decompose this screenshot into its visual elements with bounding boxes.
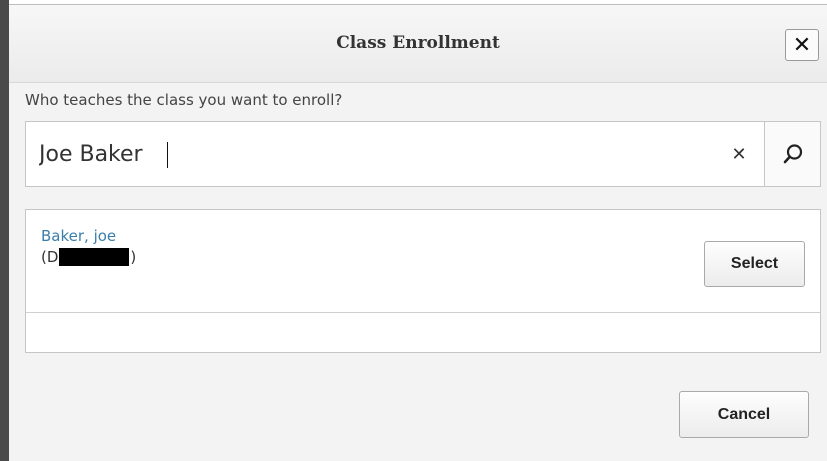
search-prompt-label: Who teaches the class you want to enroll… (25, 91, 343, 109)
result-row: Baker, joe (D ) Select (26, 210, 820, 313)
cancel-button[interactable]: Cancel (679, 391, 809, 438)
search-results-list: Baker, joe (D ) Select (25, 209, 821, 353)
dialog-title: Class Enrollment (336, 33, 500, 53)
teacher-id: (D ) (41, 248, 136, 266)
teacher-search-input[interactable] (26, 122, 762, 186)
teacher-id-suffix: ) (130, 248, 137, 266)
search-button[interactable] (764, 122, 820, 186)
text-caret (167, 142, 168, 168)
dialog-titlebar: Class Enrollment ✕ (9, 5, 827, 83)
teacher-name-link[interactable]: Baker, joe (41, 227, 116, 245)
select-button[interactable]: Select (704, 241, 805, 287)
search-icon (783, 144, 802, 164)
close-icon: ✕ (792, 32, 812, 58)
background-edge (0, 0, 9, 461)
redaction-block (59, 248, 130, 266)
teacher-id-prefix: (D (41, 248, 59, 266)
class-enrollment-dialog: Class Enrollment ✕ Who teaches the class… (9, 4, 827, 461)
close-button[interactable]: ✕ (785, 29, 819, 61)
search-field-group: ✕ (25, 121, 821, 187)
clear-search-button[interactable]: ✕ (726, 141, 752, 167)
clear-icon: ✕ (731, 143, 747, 165)
